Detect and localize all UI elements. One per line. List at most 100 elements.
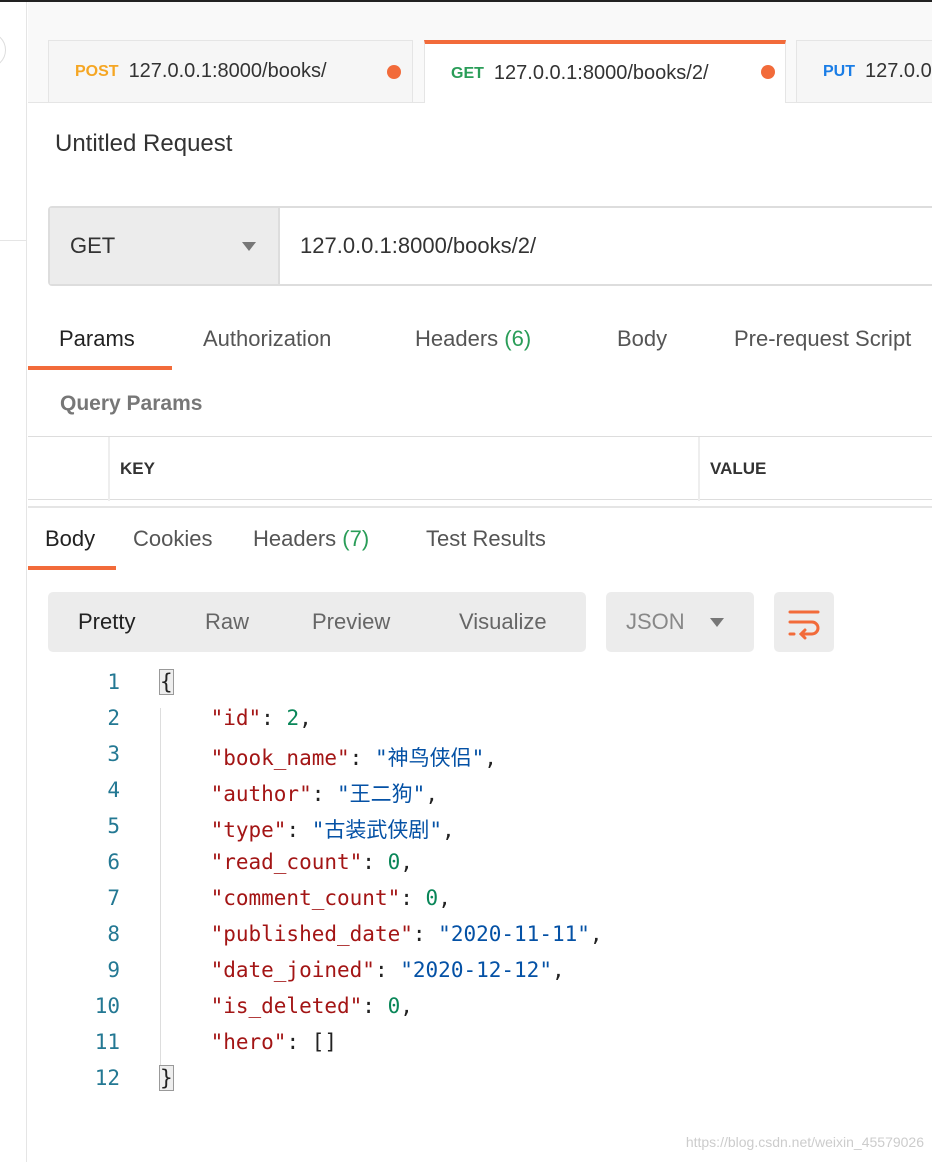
tab-url: 127.0.0.1:8000/books/	[865, 60, 932, 82]
line-number: 6	[107, 850, 120, 874]
tab-pre-request-script[interactable]: Pre-request Script	[734, 326, 911, 352]
headers-count: (7)	[342, 526, 370, 551]
request-title: Untitled Request	[55, 130, 233, 157]
tab-test-results[interactable]: Test Results	[426, 526, 546, 552]
code-token: ,	[438, 886, 451, 910]
view-preview[interactable]: Preview	[312, 609, 390, 635]
pane-divider[interactable]	[28, 506, 932, 508]
code-line: "read_count": 0,	[160, 850, 413, 874]
code-token: 0	[425, 886, 439, 910]
value-column-header: VALUE	[710, 459, 767, 478]
code-token: "book_name"	[210, 746, 350, 770]
tab-url: 127.0.0.1:8000/books/2/	[493, 62, 709, 84]
url-input[interactable]: 127.0.0.1:8000/books/2/	[280, 208, 536, 284]
line-number: 2	[107, 706, 120, 730]
view-raw[interactable]: Raw	[205, 609, 249, 635]
line-number: 12	[94, 1066, 120, 1090]
response-tabs: Body Cookies Headers (7) Test Results	[28, 520, 932, 572]
request-tab-post[interactable]: POST 127.0.0.1:8000/books/	[48, 40, 413, 102]
tab-body[interactable]: Body	[617, 326, 667, 352]
column-divider	[698, 437, 700, 501]
code-token: : []	[286, 1030, 338, 1054]
line-number: 3	[107, 742, 120, 766]
tab-method: GET	[451, 64, 484, 82]
request-bar: GET 127.0.0.1:8000/books/2/	[48, 206, 932, 286]
unsaved-dot-icon	[761, 65, 775, 79]
code-line: "type": "古装武侠剧",	[160, 814, 455, 844]
tab-label: Headers	[253, 526, 337, 551]
column-divider	[108, 437, 110, 501]
view-visualize[interactable]: Visualize	[459, 609, 547, 635]
query-params-title: Query Params	[60, 392, 203, 415]
code-token: "date_joined"	[210, 958, 375, 982]
divider	[0, 240, 27, 241]
code-token: :	[286, 818, 312, 842]
line-number: 8	[107, 922, 120, 946]
code-token: :	[311, 782, 338, 806]
code-token: "王二狗"	[337, 782, 426, 806]
code-token: ,	[299, 706, 312, 730]
chevron-down-icon	[710, 618, 724, 627]
tab-authorization[interactable]: Authorization	[203, 326, 331, 352]
line-number: 10	[94, 994, 120, 1018]
tab-headers[interactable]: Headers (6)	[415, 326, 531, 352]
line-number: 9	[107, 958, 120, 982]
code-line: "book_name": "神鸟侠侣",	[160, 742, 497, 772]
code-token: ,	[400, 994, 413, 1018]
code-line: "comment_count": 0,	[160, 886, 451, 910]
code-token: "hero"	[210, 1030, 287, 1054]
line-number: 7	[107, 886, 120, 910]
code-token: :	[261, 706, 287, 730]
tab-response-headers[interactable]: Headers (7)	[253, 526, 369, 552]
sidebar-button[interactable]	[0, 32, 6, 68]
format-value: JSON	[626, 609, 685, 634]
headers-count: (6)	[504, 326, 532, 351]
tab-cookies[interactable]: Cookies	[133, 526, 212, 552]
active-tab-indicator	[28, 566, 116, 570]
request-tab-put[interactable]: PUT 127.0.0.1:8000/books/	[796, 40, 932, 102]
code-line: "id": 2,	[160, 706, 312, 730]
code-token: "id"	[210, 706, 262, 730]
code-token: ,	[551, 958, 565, 982]
code-token: "comment_count"	[210, 886, 401, 910]
request-tabs: Params Authorization Headers (6) Body Pr…	[28, 320, 932, 372]
code-token: ,	[400, 850, 413, 874]
format-select[interactable]: JSON	[606, 592, 754, 652]
view-pretty[interactable]: Pretty	[78, 609, 135, 635]
code-token: :	[362, 850, 388, 874]
tab-params[interactable]: Params	[59, 326, 135, 352]
wrap-lines-icon	[788, 610, 820, 640]
request-tab-get[interactable]: GET 127.0.0.1:8000/books/2/	[424, 40, 786, 103]
code-line: "date_joined": "2020-12-12",	[160, 958, 565, 982]
code-token: "古装武侠剧"	[311, 818, 443, 842]
code-token: "published_date"	[210, 922, 413, 946]
code-line: }	[159, 1065, 174, 1091]
code-line: "published_date": "2020-11-11",	[160, 922, 603, 946]
code-token: "神鸟侠侣"	[374, 746, 485, 770]
active-tab-indicator	[28, 366, 172, 370]
wrap-lines-button[interactable]	[774, 592, 834, 652]
line-number: 1	[107, 670, 120, 694]
tab-response-body[interactable]: Body	[45, 526, 95, 552]
code-token: ,	[425, 782, 438, 806]
params-table-header: KEY VALUE	[28, 436, 932, 501]
code-token: ,	[589, 922, 603, 946]
tab-method: POST	[75, 62, 119, 80]
unsaved-dot-icon	[387, 65, 401, 79]
tab-label: Headers	[415, 326, 499, 351]
code-token: :	[374, 958, 401, 982]
code-token: "type"	[210, 818, 287, 842]
method-select[interactable]: GET	[50, 208, 280, 284]
code-token: :	[400, 886, 426, 910]
code-token: "read_count"	[210, 850, 363, 874]
code-token: 2	[286, 706, 300, 730]
code-line: "is_deleted": 0,	[160, 994, 413, 1018]
